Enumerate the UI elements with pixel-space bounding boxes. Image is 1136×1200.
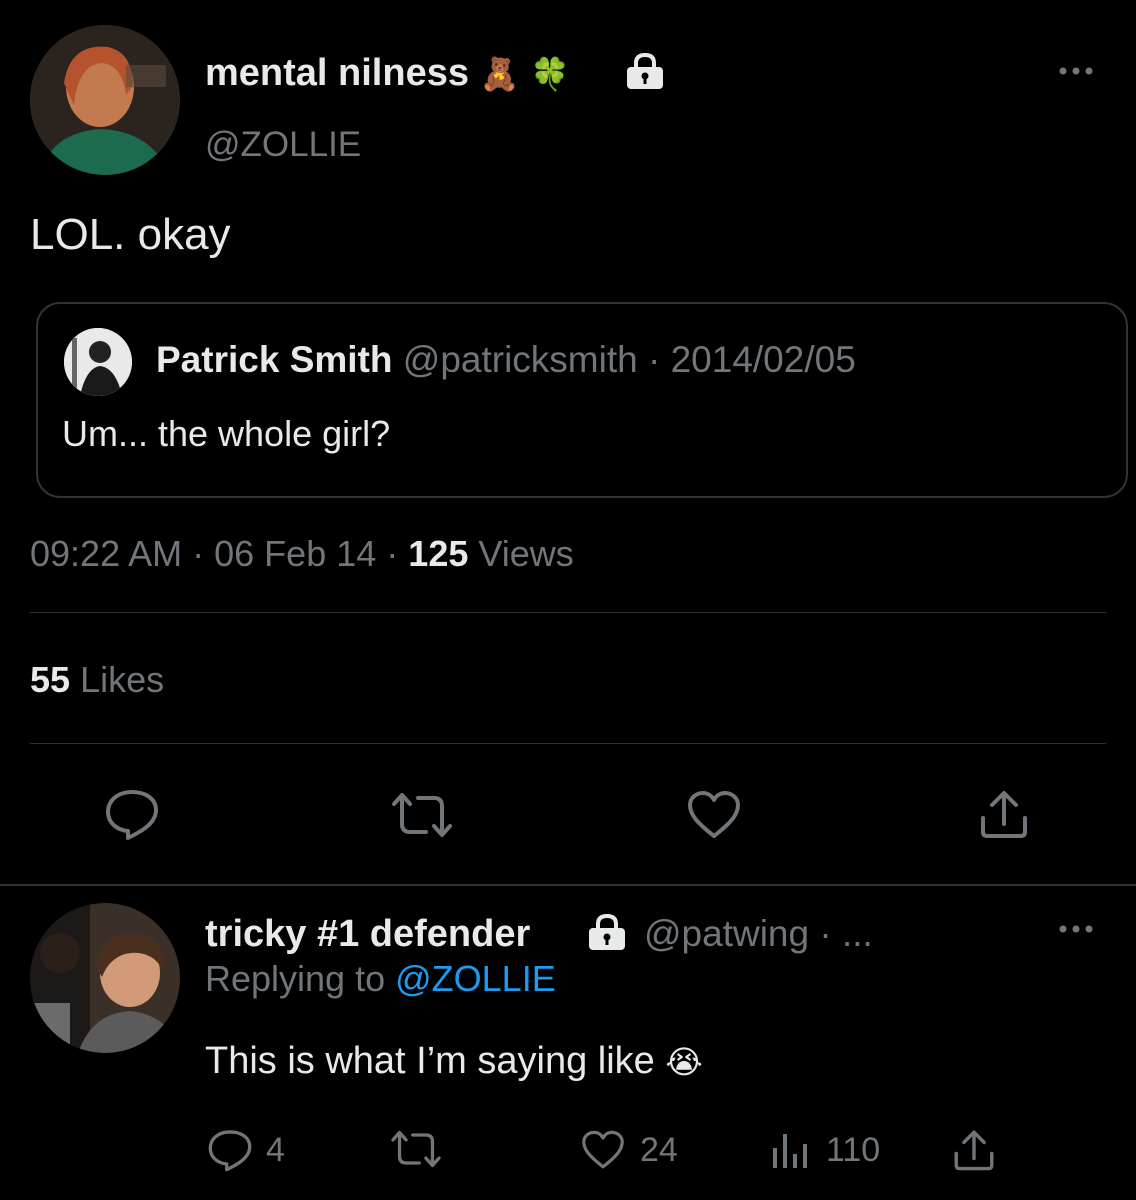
reply-more-options-icon[interactable] xyxy=(1056,922,1096,936)
divider xyxy=(0,884,1136,886)
reply-text-line: This is what I’m saying like 😭 xyxy=(205,1038,703,1085)
quote-date[interactable]: 2014/02/05 xyxy=(671,339,856,380)
reply-author-avatar[interactable] xyxy=(30,903,180,1053)
quote-author-name[interactable]: Patrick Smith xyxy=(156,339,392,380)
reply-truncation: ... xyxy=(841,913,873,954)
reply-icon[interactable] xyxy=(104,788,160,840)
reply-retweet-icon[interactable] xyxy=(388,1128,444,1170)
lock-icon xyxy=(624,52,666,90)
reply-likes-count: 24 xyxy=(640,1131,678,1169)
reply-reply-icon[interactable] xyxy=(207,1128,253,1172)
quote-text: Um... the whole girl? xyxy=(62,413,391,454)
quote-separator: · xyxy=(647,339,661,380)
meta-separator: · xyxy=(386,533,399,574)
tweet-time[interactable]: 09:22 AM xyxy=(30,533,182,574)
author-avatar[interactable] xyxy=(30,25,180,175)
likes-label: Likes xyxy=(80,659,165,700)
more-options-icon[interactable] xyxy=(1056,64,1096,78)
meta-separator: · xyxy=(192,533,205,574)
profile-photo-icon xyxy=(30,25,180,175)
share-icon[interactable] xyxy=(978,788,1030,840)
views-label: Views xyxy=(478,533,574,574)
reply-views-count: 110 xyxy=(826,1131,881,1169)
quote-author-handle[interactable]: @patricksmith xyxy=(403,339,638,380)
reply-share-icon[interactable] xyxy=(952,1128,996,1172)
reply-profile-photo-icon xyxy=(30,903,180,1053)
replying-to-label: Replying to xyxy=(205,958,386,999)
likes-count: 55 xyxy=(30,659,71,700)
retweet-icon[interactable] xyxy=(388,790,456,840)
tweet-date[interactable]: 06 Feb 14 xyxy=(214,533,376,574)
replying-to-handle[interactable]: @ZOLLIE xyxy=(395,958,556,999)
tweet-text: LOL. okay xyxy=(30,210,231,259)
divider xyxy=(30,743,1106,744)
reply-separator: · xyxy=(819,913,832,954)
replying-to: Replying to @ZOLLIE xyxy=(205,957,556,1001)
reply-author-name[interactable]: tricky #1 defender xyxy=(205,913,530,955)
quote-author-avatar[interactable] xyxy=(64,328,132,396)
tweet-meta: 09:22 AM · 06 Feb 14 · 125 Views xyxy=(30,532,574,576)
reply-text: This is what I’m saying like xyxy=(205,1040,655,1082)
reply-author-handle[interactable]: @patwing xyxy=(644,913,809,954)
teddy-bear-emoji: 🧸 xyxy=(479,56,520,92)
author-display-name[interactable]: mental nilness xyxy=(205,52,469,94)
quote-tweet-card[interactable]: Patrick Smith @patricksmith · 2014/02/05… xyxy=(36,302,1128,498)
author-handle[interactable]: @ZOLLIE xyxy=(205,124,361,166)
quote-profile-photo-icon xyxy=(64,328,132,396)
crying-face-emoji: 😭 xyxy=(665,1044,703,1080)
clover-emoji: 🍀 xyxy=(529,56,570,92)
divider xyxy=(30,612,1106,613)
views-bar-chart-icon[interactable] xyxy=(770,1130,810,1170)
reply-replies-count: 4 xyxy=(266,1131,285,1169)
reply-like-heart-icon[interactable] xyxy=(580,1130,626,1170)
like-heart-icon[interactable] xyxy=(686,790,742,840)
reply-lock-icon xyxy=(586,913,628,951)
views-count: 125 xyxy=(408,533,469,574)
likes-summary[interactable]: 55 Likes xyxy=(30,658,164,702)
